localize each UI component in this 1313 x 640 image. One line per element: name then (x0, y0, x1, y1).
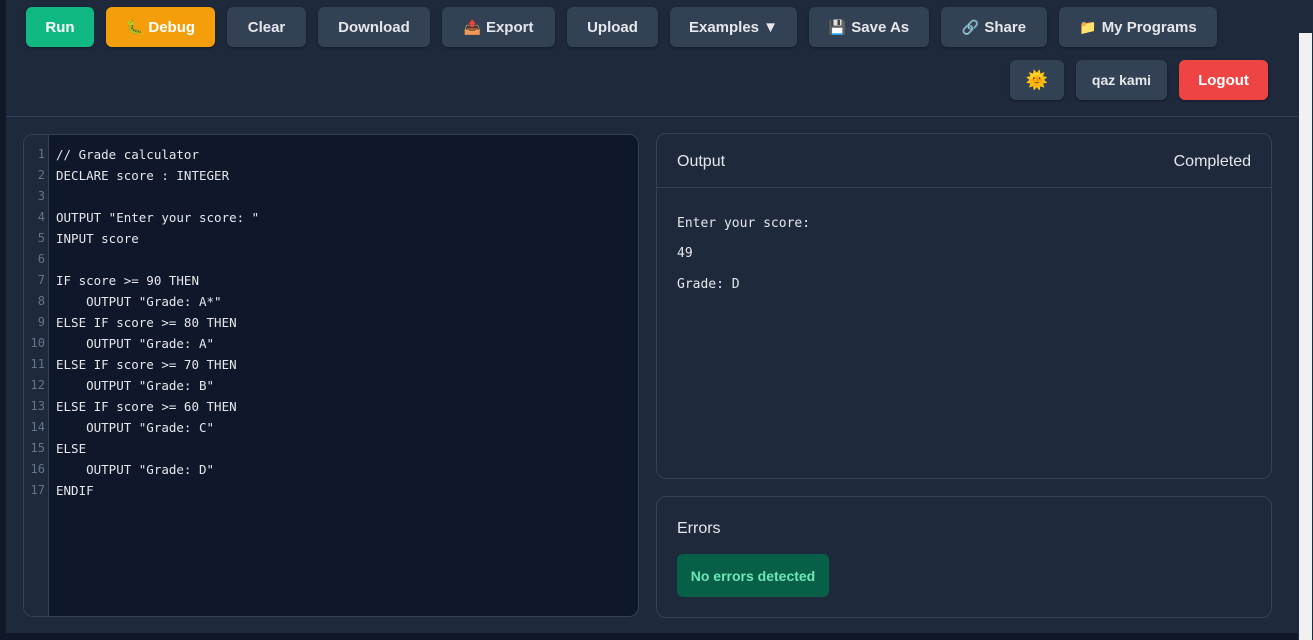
code-line[interactable]: ELSE IF score >= 70 THEN (56, 354, 237, 375)
line-number: 14 (30, 420, 45, 434)
line-number: 17 (30, 483, 45, 497)
logout-button[interactable]: Logout (1179, 60, 1268, 100)
output-line: Enter your score: (677, 216, 811, 231)
line-number: 7 (37, 273, 45, 287)
line-number: 10 (30, 336, 45, 350)
save-as-label: Save As (851, 18, 910, 36)
line-number: 12 (30, 378, 45, 392)
examples-dropdown[interactable]: Examples ▼ (670, 7, 797, 47)
run-status: Completed (1173, 153, 1251, 170)
floppy-disk-icon: 💾 (828, 18, 847, 35)
sun-icon: 🌞 (1025, 69, 1049, 90)
code-line[interactable]: OUTPUT "Grade: A" (56, 333, 214, 354)
user-profile-button[interactable]: qaz kami (1076, 60, 1167, 100)
share-label: Share (984, 18, 1027, 36)
output-line: 49 (677, 246, 693, 261)
save-as-button[interactable]: 💾 Save As (809, 7, 929, 47)
line-number: 9 (37, 315, 45, 329)
export-button[interactable]: 📤 Export (442, 7, 555, 47)
code-line[interactable]: ELSE IF score >= 60 THEN (56, 396, 237, 417)
scrollbar-thumb[interactable] (1299, 33, 1312, 640)
line-number: 8 (37, 294, 45, 308)
my-programs-label: My Programs (1101, 18, 1197, 36)
download-button[interactable]: Download (318, 7, 430, 47)
caterpillar-icon: 🐛 (125, 18, 144, 35)
code-line[interactable]: OUTPUT "Enter your score: " (56, 207, 259, 228)
debug-button[interactable]: 🐛 Debug (106, 7, 215, 47)
line-number: 11 (30, 357, 45, 371)
clear-button[interactable]: Clear (227, 7, 306, 47)
errors-title: Errors (677, 520, 721, 537)
export-label: Export (485, 18, 534, 36)
my-programs-button[interactable]: 📁 My Programs (1059, 7, 1217, 47)
code-line[interactable]: OUTPUT "Grade: A*" (56, 291, 221, 312)
examples-label: Examples ▼ (688, 18, 779, 36)
output-panel: Output Completed Enter your score: 49 Gr… (656, 133, 1272, 479)
upload-label: Upload (587, 18, 638, 36)
line-number: 13 (30, 399, 45, 413)
download-label: Download (338, 18, 410, 36)
line-number: 2 (37, 168, 45, 182)
bottom-edge (0, 633, 1298, 640)
link-icon: 🔗 (961, 18, 980, 35)
folder-icon: 📁 (1079, 18, 1097, 35)
output-divider (657, 187, 1271, 188)
code-line[interactable]: DECLARE score : INTEGER (56, 165, 229, 186)
line-number: 3 (37, 189, 45, 203)
code-line[interactable]: ELSE (56, 438, 86, 459)
line-number: 1 (37, 147, 45, 161)
logout-label: Logout (1198, 71, 1249, 89)
code-line[interactable]: INPUT score (56, 228, 139, 249)
output-title: Output (677, 153, 726, 170)
toolbar-divider (6, 116, 1298, 117)
run-button[interactable]: Run (26, 7, 94, 47)
errors-panel: Errors No errors detected (656, 496, 1272, 618)
run-label: Run (45, 18, 75, 36)
export-tray-icon: 📤 (463, 18, 481, 35)
code-line[interactable]: OUTPUT "Grade: C" (56, 417, 214, 438)
code-line[interactable]: ELSE IF score >= 80 THEN (56, 312, 237, 333)
line-number: 15 (30, 441, 45, 455)
upload-button[interactable]: Upload (567, 7, 658, 47)
theme-toggle-button[interactable]: 🌞 (1010, 60, 1064, 100)
no-errors-label: No errors detected (690, 567, 816, 584)
username-label: qaz kami (1091, 72, 1152, 88)
line-number: 16 (30, 462, 45, 476)
code-line[interactable]: ENDIF (56, 480, 94, 501)
code-line[interactable]: OUTPUT "Grade: D" (56, 459, 214, 480)
code-line[interactable]: // Grade calculator (56, 144, 199, 165)
code-line[interactable]: IF score >= 90 THEN (56, 270, 199, 291)
no-errors-badge: No errors detected (677, 554, 829, 597)
debug-label: Debug (148, 18, 196, 36)
line-number: 4 (37, 210, 45, 224)
share-button[interactable]: 🔗 Share (941, 7, 1047, 47)
line-number-gutter: 1 2 3 4 5 6 7 8 9 10 11 12 13 14 15 16 17 (24, 135, 49, 616)
output-line: Grade: D (677, 277, 740, 292)
code-editor[interactable]: 1 2 3 4 5 6 7 8 9 10 11 12 13 14 15 16 17 // Grade calcu… (23, 134, 639, 617)
code-line[interactable]: OUTPUT "Grade: B" (56, 375, 214, 396)
clear-label: Clear (247, 18, 286, 36)
line-number: 5 (37, 231, 45, 245)
line-number: 6 (37, 252, 45, 266)
